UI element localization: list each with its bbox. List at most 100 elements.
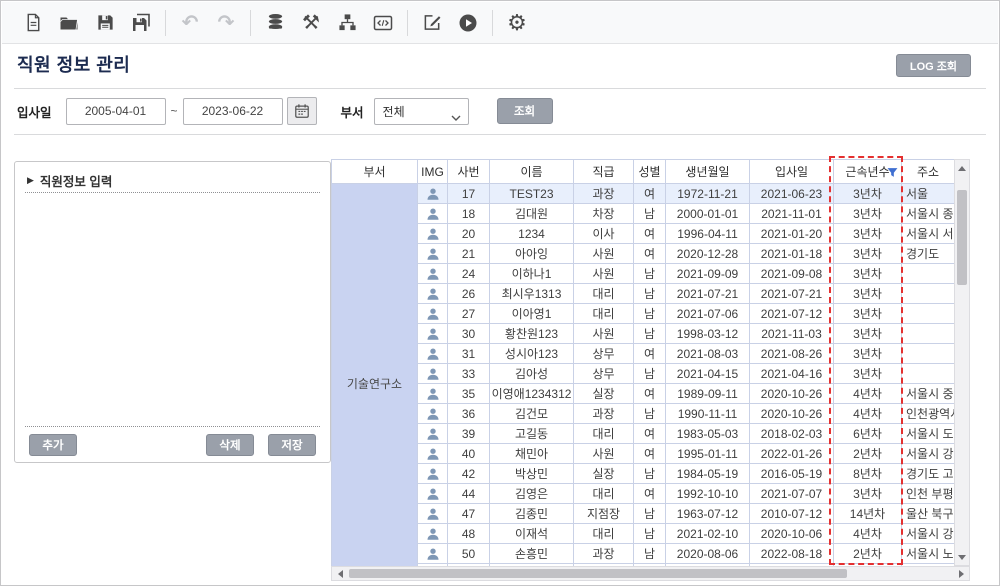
table-row[interactable]: 48이재석대리남2021-02-102020-10-064년차서울시 강남... <box>332 524 955 544</box>
dept-label: 부서 <box>341 102 364 121</box>
department-select[interactable]: 전체 <box>374 98 469 125</box>
person-icon <box>426 527 440 541</box>
column-header[interactable]: 사번 <box>448 160 490 184</box>
table-row[interactable]: 24이하나1사원남2021-09-092021-09-083년차 <box>332 264 955 284</box>
cell-gender: 여 <box>634 444 666 464</box>
toolbar: ↶ ↷ ⚒ ⚙ <box>2 2 998 44</box>
table-row[interactable]: 31성시아123상무여2021-08-032021-08-263년차 <box>332 344 955 364</box>
cell-address: 서울시 서울 <box>902 224 955 244</box>
column-header[interactable]: IMG <box>418 160 448 184</box>
column-header[interactable]: 부서 <box>332 160 418 184</box>
app-window: ↶ ↷ ⚒ ⚙ 직원 정보 관리 LOG 조회 입사일 ~ <box>0 0 1000 586</box>
cell-emp-no: 42 <box>448 464 490 484</box>
redo-icon[interactable]: ↷ <box>215 12 237 34</box>
undo-icon[interactable]: ↶ <box>179 12 201 34</box>
save-all-icon[interactable] <box>130 12 152 34</box>
cell-gender: 남 <box>634 204 666 224</box>
scroll-up-arrow[interactable] <box>955 161 969 175</box>
vertical-scroll-thumb[interactable] <box>957 190 967 285</box>
cell-name: 채민아 <box>490 444 574 464</box>
vertical-scrollbar[interactable] <box>954 159 970 566</box>
horizontal-scrollbar[interactable] <box>331 566 970 581</box>
table-row[interactable]: 40채민아사원여1995-01-112022-01-262년차서울시 강북... <box>332 444 955 464</box>
cell-hire-date: 2021-07-12 <box>750 304 834 324</box>
employee-image-cell <box>418 344 448 364</box>
search-button[interactable]: 조회 <box>497 98 553 124</box>
new-document-icon[interactable] <box>22 12 44 34</box>
table-row[interactable]: 44김영은대리여1992-10-102021-07-073년차인천 부평구 <box>332 484 955 504</box>
employee-image-cell <box>418 224 448 244</box>
horizontal-scroll-thumb[interactable] <box>349 569 847 578</box>
sitemap-icon[interactable] <box>336 12 358 34</box>
open-folder-icon[interactable] <box>58 12 80 34</box>
edit-icon[interactable] <box>421 12 443 34</box>
table-row[interactable]: 18김대원차장남2000-01-012021-11-013년차서울시 종로... <box>332 204 955 224</box>
cell-position: 대리 <box>574 424 634 444</box>
database-icon[interactable] <box>264 12 286 34</box>
cell-position: 차장 <box>574 204 634 224</box>
filter-funnel-icon[interactable] <box>887 167 898 181</box>
table-row[interactable]: 기술연구소17TEST23과장여1972-11-212021-06-233년차서… <box>332 184 955 204</box>
cell-emp-no: 26 <box>448 284 490 304</box>
delete-button[interactable]: 삭제 <box>206 434 254 456</box>
table-row[interactable]: 201234이사여1996-04-112021-01-203년차서울시 서울 <box>332 224 955 244</box>
add-button[interactable]: 추가 <box>29 434 77 456</box>
table-row[interactable]: 39고길동대리여1983-05-032018-02-036년차서울시 도봉... <box>332 424 955 444</box>
panel-collapse-header[interactable]: ▶ 직원정보 입력 <box>27 171 112 190</box>
cell-hire-date: 2021-01-20 <box>750 224 834 244</box>
column-header[interactable]: 근속년수 <box>834 160 902 184</box>
table-row[interactable]: 42박상민실장남1984-05-192016-05-198년차경기도 고양... <box>332 464 955 484</box>
date-to-input[interactable] <box>183 98 283 125</box>
employee-image-cell <box>418 404 448 424</box>
cell-address <box>902 304 955 324</box>
save-icon[interactable] <box>94 12 116 34</box>
person-icon <box>426 467 440 481</box>
settings-icon[interactable]: ⚙ <box>506 12 528 34</box>
table-row[interactable]: 27이아영1대리남2021-07-062021-07-123년차 <box>332 304 955 324</box>
table-row[interactable]: 21아아잉사원여2020-12-282021-01-183년차경기도 <box>332 244 955 264</box>
cell-birth: 2021-02-10 <box>666 524 750 544</box>
employee-image-cell <box>418 484 448 504</box>
cell-tenure: 14년차 <box>834 504 902 524</box>
tools-icon[interactable]: ⚒ <box>300 12 322 34</box>
cell-hire-date: 2022-08-18 <box>750 544 834 564</box>
column-header[interactable]: 입사일 <box>750 160 834 184</box>
cell-birth: 2021-07-21 <box>666 284 750 304</box>
cell-name: 최시우1313 <box>490 284 574 304</box>
table-row[interactable]: 35이영애1234312실장여1989-09-112020-10-264년차서울… <box>332 384 955 404</box>
person-icon <box>426 447 440 461</box>
table-row[interactable]: 36김건모과장남1990-11-112020-10-264년차인천광역시 ... <box>332 404 955 424</box>
table-row[interactable]: 47김종민지점장남1963-07-122010-07-1214년차울산 북구 <box>332 504 955 524</box>
column-header[interactable]: 주소 <box>902 160 955 184</box>
column-header[interactable]: 생년월일 <box>666 160 750 184</box>
column-header[interactable]: 성별 <box>634 160 666 184</box>
cell-tenure: 3년차 <box>834 224 902 244</box>
date-from-input[interactable] <box>66 98 166 125</box>
scroll-down-arrow[interactable] <box>955 550 969 564</box>
save-button[interactable]: 저장 <box>268 434 316 456</box>
cell-tenure: 3년차 <box>834 344 902 364</box>
grid-header-row: 부서IMG사번이름직급성별생년월일입사일근속년수주소 <box>332 160 955 184</box>
table-row[interactable]: 30황찬원123사원남1998-03-122021-11-033년차 <box>332 324 955 344</box>
cell-tenure: 3년차 <box>834 184 902 204</box>
table-row[interactable]: 50손흥민과장남2020-08-062022-08-182년차서울시 노원... <box>332 544 955 564</box>
cell-position: 사원 <box>574 244 634 264</box>
column-header[interactable]: 이름 <box>490 160 574 184</box>
scroll-right-arrow[interactable] <box>954 567 968 580</box>
table-row[interactable]: 33김아성상무남2021-04-152021-04-163년차 <box>332 364 955 384</box>
column-header[interactable]: 직급 <box>574 160 634 184</box>
toolbar-separator <box>492 10 493 36</box>
run-icon[interactable] <box>457 12 479 34</box>
cell-name: 고길동 <box>490 424 574 444</box>
table-row[interactable]: 26최시우1313대리남2021-07-212021-07-213년차 <box>332 284 955 304</box>
cell-gender: 남 <box>634 304 666 324</box>
scroll-left-arrow[interactable] <box>333 567 347 580</box>
cell-hire-date: 2021-07-07 <box>750 484 834 504</box>
cell-position: 이사 <box>574 224 634 244</box>
cell-birth: 1992-10-10 <box>666 484 750 504</box>
person-icon <box>426 507 440 521</box>
code-icon[interactable] <box>372 12 394 34</box>
calendar-button[interactable] <box>287 97 317 125</box>
person-icon <box>426 407 440 421</box>
log-search-button[interactable]: LOG 조회 <box>896 54 971 77</box>
